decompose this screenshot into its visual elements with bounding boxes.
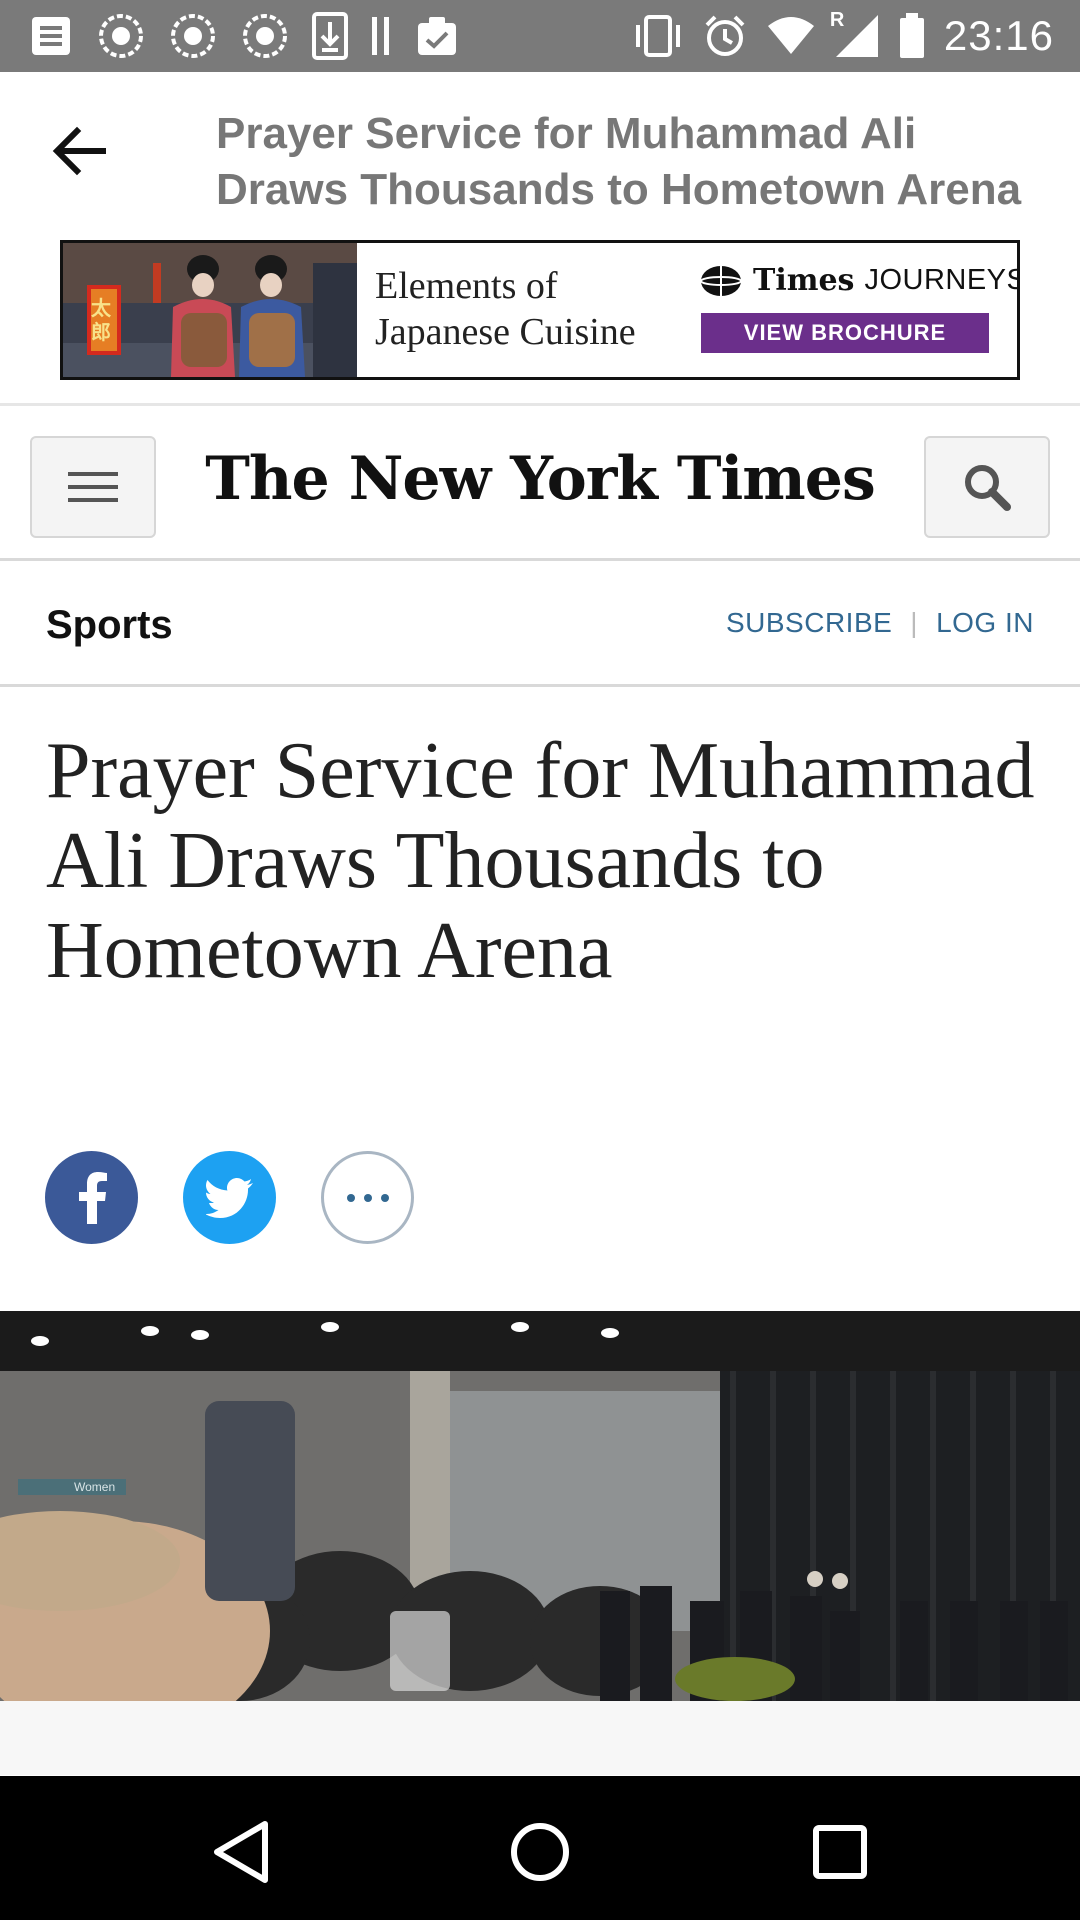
notification-icon xyxy=(96,11,146,61)
alarm-icon xyxy=(702,13,748,59)
status-bar: R 23:16 xyxy=(0,0,1080,72)
ad-banner[interactable]: 太郎 Elements of Japanese Cuisine Times JO… xyxy=(60,240,1020,380)
search-icon xyxy=(965,465,1011,511)
ad-photo-sign: 太郎 xyxy=(91,298,111,344)
content-continuation xyxy=(0,1701,1080,1775)
nav-home-button[interactable] xyxy=(500,1812,580,1892)
ad-headline-line1: Elements of xyxy=(375,265,558,307)
facebook-share-button[interactable] xyxy=(45,1151,138,1244)
app-bar-title: Prayer Service for Muhammad Ali Draws Th… xyxy=(216,109,1022,214)
battery-icon xyxy=(898,13,926,59)
status-time: 23:16 xyxy=(943,12,1054,59)
nav-recents-icon xyxy=(813,1825,867,1879)
app-bar: Prayer Service for Muhammad Ali Draws Th… xyxy=(0,72,1080,240)
article-headline: Prayer Service for Muhammad Ali Draws Th… xyxy=(46,727,1035,995)
nav-home-icon xyxy=(511,1823,569,1881)
nav-back-icon xyxy=(214,1821,268,1883)
twitter-icon xyxy=(205,1177,253,1218)
more-horizontal-icon xyxy=(346,1193,389,1202)
vibrate-icon xyxy=(632,13,684,59)
share-buttons xyxy=(45,1151,414,1244)
ad-photo: 太郎 xyxy=(63,243,357,377)
ad-headline: Elements of Japanese Cuisine xyxy=(375,263,636,355)
ad-headline-line2: Japanese Cuisine xyxy=(375,311,636,353)
notification-icon xyxy=(168,11,218,61)
back-button[interactable] xyxy=(40,112,118,190)
globe-icon xyxy=(700,265,742,296)
account-links: SUBSCRIBE | LOG IN xyxy=(726,607,1034,639)
status-right-icons: R 23:16 xyxy=(632,9,1054,62)
nav-recents-button[interactable] xyxy=(800,1812,880,1892)
ad-brand-journeys: JOURNEYS xyxy=(864,264,1020,296)
hero-image[interactable]: Women xyxy=(0,1311,1080,1701)
download-icon xyxy=(312,12,348,60)
masthead: The New York Times xyxy=(0,406,1080,561)
nyt-logo[interactable]: The New York Times xyxy=(0,444,1080,514)
roaming-indicator: R xyxy=(829,9,845,31)
status-left-icons xyxy=(28,12,460,60)
login-link[interactable]: LOG IN xyxy=(936,607,1034,639)
arrow-back-icon xyxy=(52,126,106,176)
view-brochure-button[interactable]: VIEW BROCHURE xyxy=(701,313,989,353)
section-bar: Sports SUBSCRIBE | LOG IN xyxy=(0,561,1080,687)
notification-icon xyxy=(240,11,290,61)
signal-roaming-icon: R xyxy=(830,9,880,59)
system-nav-bar xyxy=(0,1776,1080,1920)
link-separator: | xyxy=(910,607,919,638)
pause-icon xyxy=(370,13,392,59)
hero-sign-text: Women xyxy=(74,1480,116,1494)
clipboard-check-icon xyxy=(414,13,460,59)
section-title[interactable]: Sports xyxy=(46,603,173,648)
document-icon xyxy=(28,13,74,59)
search-button[interactable] xyxy=(924,436,1050,538)
facebook-icon xyxy=(78,1171,107,1224)
twitter-share-button[interactable] xyxy=(183,1151,276,1244)
ad-brand-times: Times xyxy=(753,263,855,298)
more-share-button[interactable] xyxy=(321,1151,414,1244)
subscribe-link[interactable]: SUBSCRIBE xyxy=(726,607,892,639)
wifi-icon xyxy=(766,16,816,56)
ad-container: 太郎 Elements of Japanese Cuisine Times JO… xyxy=(0,240,1080,406)
ad-brand-logo: Times JOURNEYS xyxy=(699,263,1020,298)
nav-back-button[interactable] xyxy=(201,1812,281,1892)
